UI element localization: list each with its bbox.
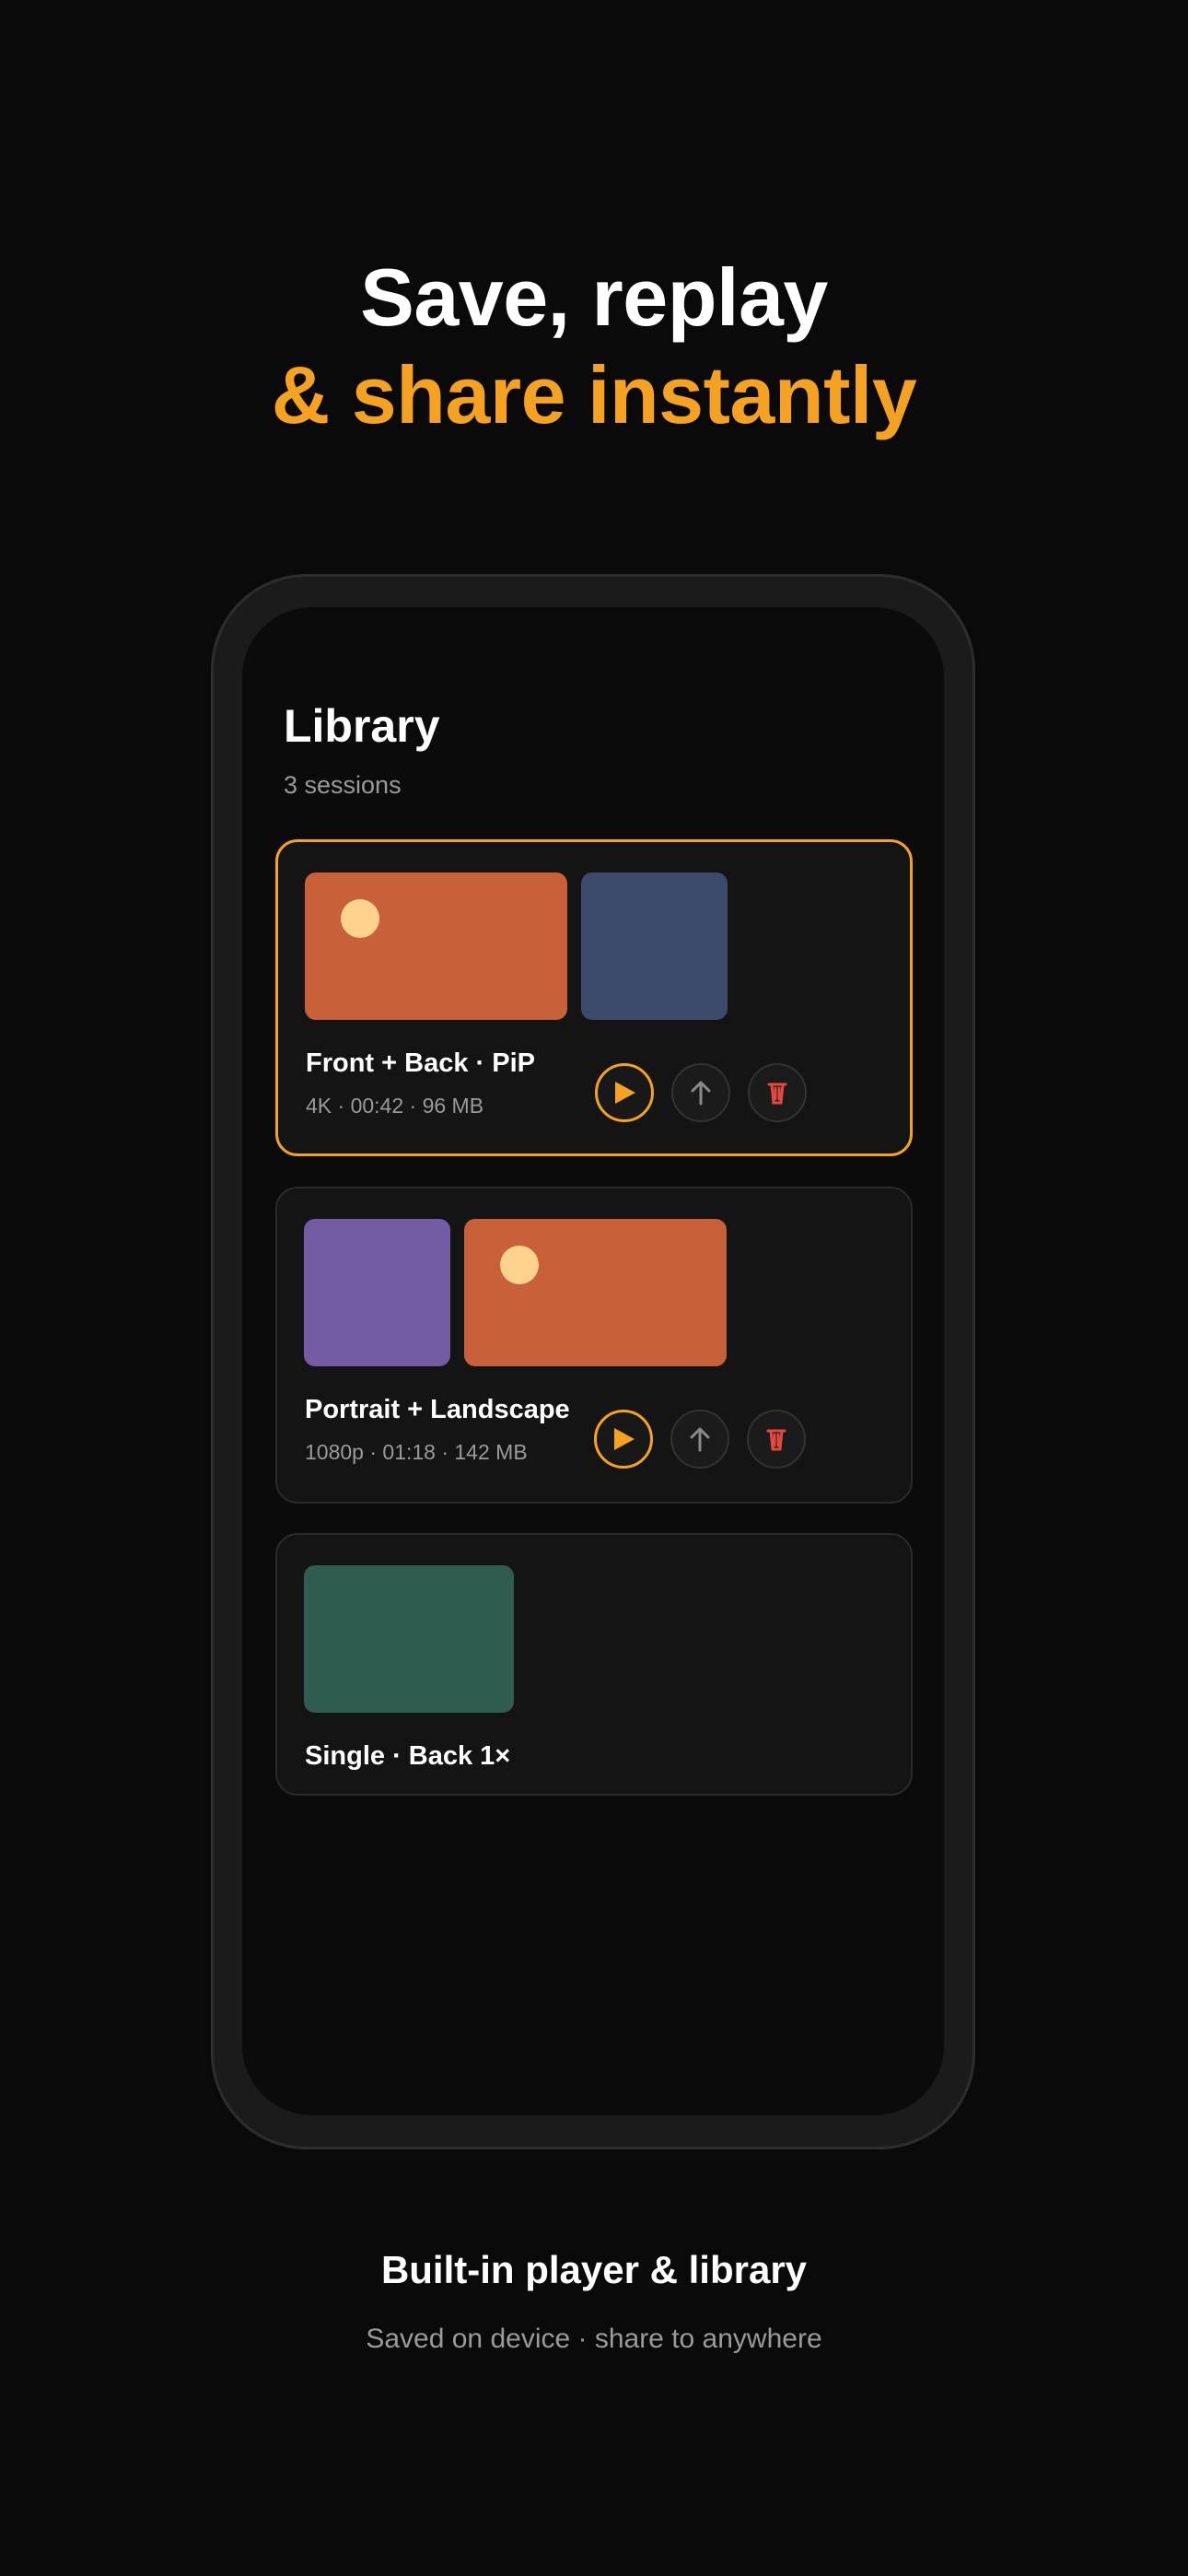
session-title: Portrait + Landscape [305, 1395, 570, 1424]
session-card-front-back-pip[interactable]: Front + Back · PiP 4K · 00:42 · 96 MB [275, 839, 913, 1156]
phone-frame: Library 3 sessions Front + Back · PiP 4K… [211, 574, 975, 2149]
delete-button[interactable] [747, 1410, 806, 1469]
session-meta: 4K · 00:42 · 96 MB [306, 1094, 484, 1118]
thumbnail-front-camera [581, 872, 728, 1020]
pip-marker [341, 899, 379, 938]
session-title: Single · Back 1× [305, 1741, 511, 1771]
session-title: Front + Back · PiP [306, 1048, 535, 1078]
page-title: Library [284, 700, 440, 752]
headline-line-2: & share instantly [271, 349, 917, 440]
headline-line-1: Save, replay [360, 252, 828, 343]
play-button[interactable] [595, 1063, 654, 1122]
feature-title: Built-in player & library [380, 2248, 808, 2291]
share-icon [690, 1427, 710, 1452]
thumbnail-back-camera [304, 1565, 514, 1713]
share-button[interactable] [671, 1063, 730, 1122]
session-count: 3 sessions [284, 771, 402, 799]
thumbnail-landscape [464, 1219, 727, 1366]
delete-button[interactable] [748, 1063, 807, 1122]
session-card-portrait-landscape[interactable]: Portrait + Landscape 1080p · 01:18 · 142… [275, 1187, 913, 1504]
thumbnail-back-camera [305, 872, 567, 1020]
play-icon [614, 1428, 635, 1450]
delete-icon [767, 1083, 787, 1105]
phone-screen: Library 3 sessions Front + Back · PiP 4K… [242, 607, 944, 2115]
session-card-single-back[interactable]: Single · Back 1× [275, 1533, 913, 1796]
thumbnail-portrait [304, 1219, 450, 1366]
share-icon [691, 1081, 711, 1106]
play-button[interactable] [594, 1410, 653, 1469]
delete-icon [766, 1429, 786, 1451]
session-meta: 1080p · 01:18 · 142 MB [305, 1440, 528, 1464]
headline: Save, replay & share instantly [0, 249, 1188, 444]
play-icon [615, 1082, 635, 1104]
pip-marker [500, 1246, 539, 1284]
share-button[interactable] [670, 1410, 729, 1469]
feature-subtitle: Saved on device · share to anywhere [366, 2324, 822, 2354]
